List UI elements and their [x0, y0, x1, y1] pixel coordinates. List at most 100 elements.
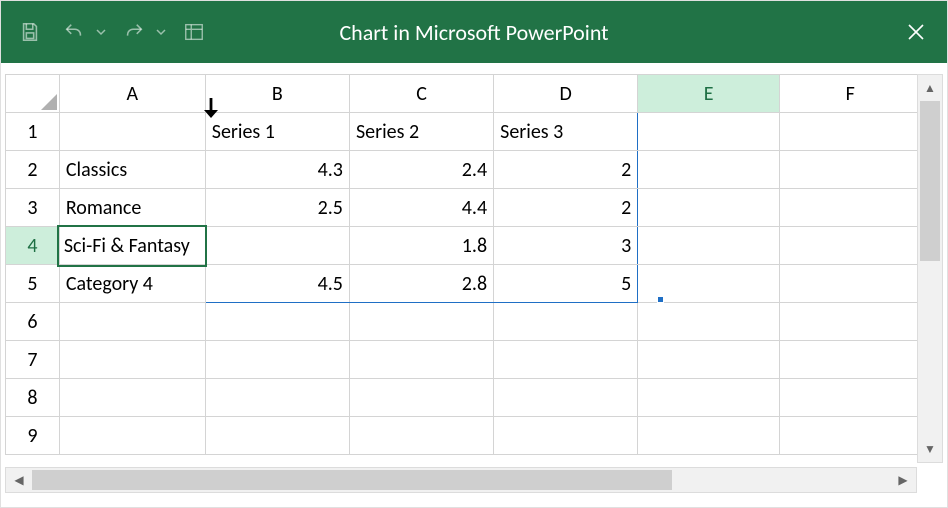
row-1[interactable]: 1 Series 1 Series 2 Series 3: [6, 113, 943, 151]
horizontal-scroll-track[interactable]: [32, 468, 890, 492]
cell-E1[interactable]: [638, 113, 780, 151]
save-button[interactable]: [11, 13, 49, 51]
cell-D4[interactable]: 3: [494, 227, 638, 265]
cell-F3[interactable]: [779, 189, 921, 227]
cell-D6[interactable]: [494, 303, 638, 341]
row-4[interactable]: 4 Sci-Fi & Fantasy 1.8 3: [6, 227, 943, 265]
cell-B8[interactable]: [205, 379, 349, 417]
cell-A3[interactable]: Romance: [59, 189, 205, 227]
cell-F5[interactable]: [779, 265, 921, 303]
scroll-right-arrow-icon[interactable]: ▶: [890, 468, 916, 492]
column-header-A[interactable]: A: [59, 75, 205, 113]
cell-A9[interactable]: [59, 417, 205, 455]
cell-F4[interactable]: [779, 227, 921, 265]
cell-B3[interactable]: 2.5: [205, 189, 349, 227]
row-header-6[interactable]: 6: [6, 303, 60, 341]
cell-F8[interactable]: [779, 379, 921, 417]
cell-C2[interactable]: 2.4: [349, 151, 493, 189]
cell-B6[interactable]: [205, 303, 349, 341]
row-8[interactable]: 8: [6, 379, 943, 417]
cell-A1[interactable]: [59, 113, 205, 151]
cell-A5[interactable]: Category 4: [59, 265, 205, 303]
customize-qat-button[interactable]: [175, 13, 213, 51]
row-header-3[interactable]: 3: [6, 189, 60, 227]
cell-C8[interactable]: [349, 379, 493, 417]
cell-D9[interactable]: [494, 417, 638, 455]
row-header-8[interactable]: 8: [6, 379, 60, 417]
row-9[interactable]: 9: [6, 417, 943, 455]
cell-D3[interactable]: 2: [494, 189, 638, 227]
cell-A7[interactable]: [59, 341, 205, 379]
vertical-scroll-thumb[interactable]: [920, 101, 940, 261]
row-3[interactable]: 3 Romance 2.5 4.4 2: [6, 189, 943, 227]
redo-dropdown-icon[interactable]: [153, 13, 169, 51]
cell-E7[interactable]: [638, 341, 780, 379]
cell-E9[interactable]: [638, 417, 780, 455]
cell-E6[interactable]: [638, 303, 780, 341]
cell-B2[interactable]: 4.3: [205, 151, 349, 189]
scroll-down-arrow-icon[interactable]: ▼: [918, 436, 942, 462]
cell-E2[interactable]: [638, 151, 780, 189]
sheet-table[interactable]: A B C D E F 1 Series 1 Series 2 Series 3: [5, 74, 943, 455]
cell-D8[interactable]: [494, 379, 638, 417]
row-header-4[interactable]: 4: [6, 227, 60, 265]
cell-E8[interactable]: [638, 379, 780, 417]
column-header-C[interactable]: C: [349, 75, 493, 113]
cell-E4[interactable]: [638, 227, 780, 265]
cell-B7[interactable]: [205, 341, 349, 379]
cell-B1[interactable]: Series 1: [205, 113, 349, 151]
column-header-E[interactable]: E: [638, 75, 780, 113]
horizontal-scrollbar[interactable]: ◀ ▶: [5, 467, 917, 493]
row-header-5[interactable]: 5: [6, 265, 60, 303]
cell-C7[interactable]: [349, 341, 493, 379]
row-5[interactable]: 5 Category 4 4.5 2.8 5: [6, 265, 943, 303]
column-header-F[interactable]: F: [779, 75, 921, 113]
cell-A4-value: Sci-Fi & Fantasy: [64, 233, 192, 259]
cell-A2[interactable]: Classics: [59, 151, 205, 189]
row-header-9[interactable]: 9: [6, 417, 60, 455]
column-header-B[interactable]: B: [205, 75, 349, 113]
spreadsheet-grid[interactable]: A B C D E F 1 Series 1 Series 2 Series 3: [5, 74, 943, 463]
range-fill-handle[interactable]: [657, 296, 664, 303]
cell-F9[interactable]: [779, 417, 921, 455]
cell-B4[interactable]: [205, 227, 349, 265]
cell-C5[interactable]: 2.8: [349, 265, 493, 303]
cell-C9[interactable]: [349, 417, 493, 455]
row-2[interactable]: 2 Classics 4.3 2.4 2: [6, 151, 943, 189]
cell-F2[interactable]: [779, 151, 921, 189]
cell-C6[interactable]: [349, 303, 493, 341]
cell-C1[interactable]: Series 2: [349, 113, 493, 151]
vertical-scrollbar[interactable]: ▲ ▼: [917, 74, 943, 463]
cell-A4[interactable]: Sci-Fi & Fantasy: [59, 227, 205, 265]
cell-E3[interactable]: [638, 189, 780, 227]
cell-D5[interactable]: 5: [494, 265, 638, 303]
cell-C3[interactable]: 4.4: [349, 189, 493, 227]
redo-split-button[interactable]: [115, 13, 169, 51]
cell-B9[interactable]: [205, 417, 349, 455]
cell-A8[interactable]: [59, 379, 205, 417]
column-header-D[interactable]: D: [494, 75, 638, 113]
cell-B5[interactable]: 4.5: [205, 265, 349, 303]
cell-C4[interactable]: 1.8: [349, 227, 493, 265]
scroll-up-arrow-icon[interactable]: ▲: [918, 75, 942, 101]
row-header-7[interactable]: 7: [6, 341, 60, 379]
vertical-scroll-track[interactable]: [918, 101, 942, 436]
cell-D7[interactable]: [494, 341, 638, 379]
close-button[interactable]: [893, 9, 939, 55]
row-6[interactable]: 6: [6, 303, 943, 341]
cell-D2[interactable]: 2: [494, 151, 638, 189]
row-7[interactable]: 7: [6, 341, 943, 379]
row-header-1[interactable]: 1: [6, 113, 60, 151]
undo-split-button[interactable]: [55, 13, 109, 51]
cell-F1[interactable]: [779, 113, 921, 151]
cell-A6[interactable]: [59, 303, 205, 341]
cell-F6[interactable]: [779, 303, 921, 341]
cell-F7[interactable]: [779, 341, 921, 379]
horizontal-scroll-thumb[interactable]: [32, 470, 672, 490]
row-header-2[interactable]: 2: [6, 151, 60, 189]
column-header-row: A B C D E F: [6, 75, 943, 113]
cell-D1[interactable]: Series 3: [494, 113, 638, 151]
undo-dropdown-icon[interactable]: [93, 13, 109, 51]
select-all-corner[interactable]: [6, 75, 60, 113]
scroll-left-arrow-icon[interactable]: ◀: [6, 468, 32, 492]
